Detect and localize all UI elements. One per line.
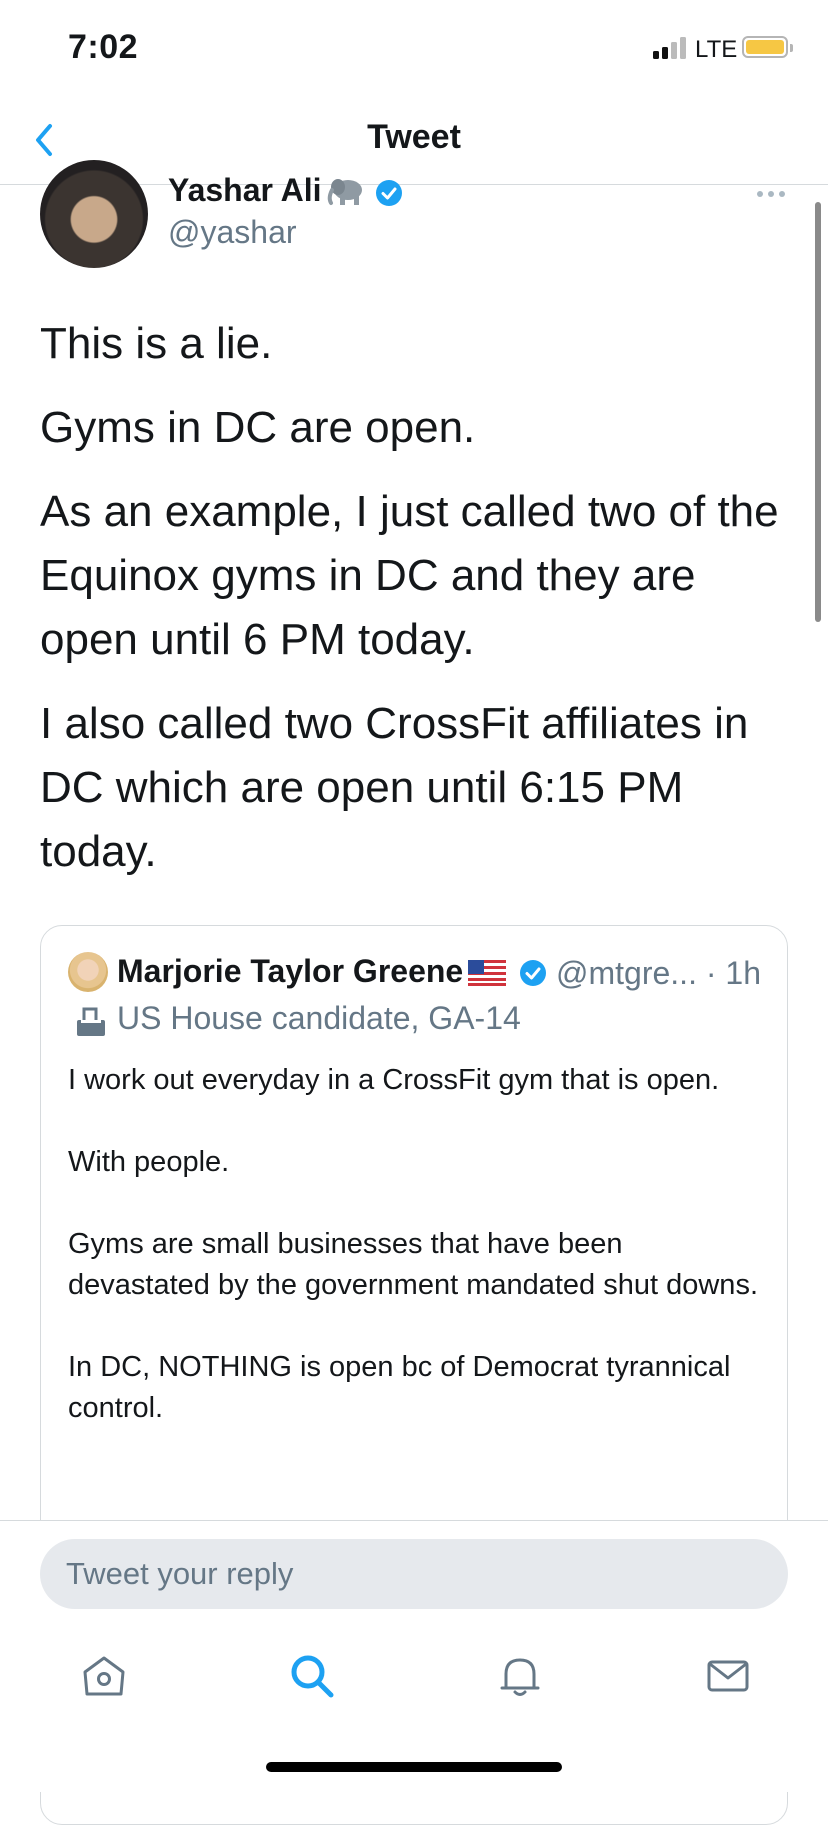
avatar[interactable] <box>40 160 148 268</box>
home-indicator[interactable] <box>266 1762 562 1772</box>
scrollbar[interactable] <box>815 202 821 622</box>
network-type: LTE <box>695 36 738 63</box>
tweet-paragraph: This is a lie. <box>40 319 273 368</box>
search-icon[interactable] <box>288 1652 336 1700</box>
verified-badge-icon <box>376 180 402 206</box>
home-icon[interactable] <box>80 1652 128 1700</box>
messages-envelope-icon[interactable] <box>704 1652 752 1700</box>
status-time: 7:02 <box>68 28 139 66</box>
reply-input[interactable] <box>40 1539 788 1609</box>
quoted-author-label: US House candidate, GA-14 <box>117 1000 521 1036</box>
battery-cap <box>790 44 793 52</box>
tweet-text: This is a lie. Gyms in DC are open. As a… <box>40 312 800 904</box>
us-flag-icon <box>468 960 506 986</box>
author-handle[interactable]: @yashar <box>168 214 297 251</box>
notifications-bell-icon[interactable] <box>496 1652 544 1700</box>
page-title: Tweet <box>367 118 461 156</box>
verified-badge-icon <box>520 960 546 986</box>
more-options-icon[interactable] <box>756 190 786 198</box>
tweet-paragraph: Gyms in DC are open. <box>40 403 476 452</box>
battery-icon <box>742 36 788 58</box>
quoted-avatar <box>68 952 108 992</box>
tweet-paragraph: I also called two CrossFit affiliates in… <box>40 699 749 876</box>
elephant-emoji-icon <box>327 179 362 205</box>
quoted-handle-time: @mtgre... · 1h <box>556 955 761 991</box>
author-name[interactable]: Yashar Ali <box>168 172 322 209</box>
signal-strength-icon <box>653 37 689 59</box>
quoted-author-name: Marjorie Taylor Greene <box>117 953 464 989</box>
ballot-box-icon <box>77 1007 105 1036</box>
tweet-paragraph: As an example, I just called two of the … <box>40 487 779 664</box>
quoted-tweet-text: I work out everyday in a CrossFit gym th… <box>68 1064 758 1424</box>
reply-divider <box>0 1520 828 1521</box>
